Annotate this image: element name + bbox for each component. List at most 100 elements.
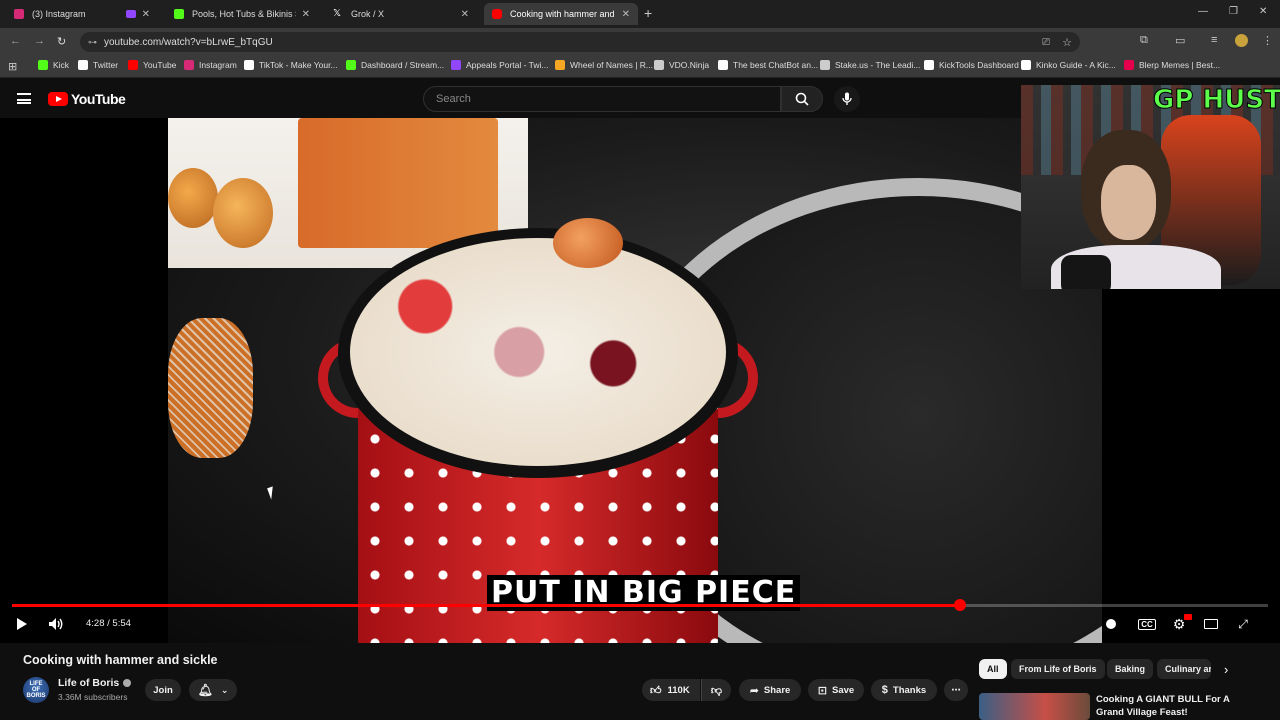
miniplayer-button[interactable]	[1202, 616, 1220, 632]
chip-culinary[interactable]: Culinary ar	[1157, 659, 1211, 679]
bookmark-item[interactable]: Instagram	[184, 60, 237, 70]
bookmark-item[interactable]: YouTube	[128, 60, 176, 70]
volume-button[interactable]	[47, 616, 65, 632]
install-app-icon[interactable]: ⎚	[1042, 37, 1050, 48]
bookmark-item[interactable]: Twitter	[78, 60, 118, 70]
apps-grid-icon[interactable]: ⊞	[8, 60, 17, 73]
bookmark-star-icon[interactable]: ☆	[1062, 36, 1072, 49]
streamer-face	[1101, 165, 1156, 240]
share-icon: ➦	[749, 684, 759, 697]
bookmark-item[interactable]: TikTok - Make Your...	[244, 60, 338, 70]
bookmark-item[interactable]: Kinko Guide - A Kic...	[1021, 60, 1116, 70]
close-tab-icon[interactable]: ✕	[622, 9, 630, 20]
like-button[interactable]: 👍︎ 110K	[642, 679, 700, 701]
search-input[interactable]: Search	[423, 86, 781, 112]
profile-avatar[interactable]	[1235, 34, 1248, 47]
join-label: Join	[153, 684, 173, 696]
bookmark-favicon-icon	[1021, 60, 1031, 70]
extensions-icon[interactable]: ⧉	[1140, 34, 1148, 47]
streamer-microphone	[1061, 255, 1111, 289]
menu-hamburger-icon[interactable]	[17, 93, 31, 104]
save-button[interactable]: ⊡ Save	[808, 679, 864, 701]
bookmark-favicon-icon	[128, 60, 138, 70]
bookmark-label: KickTools Dashboard	[939, 60, 1019, 70]
join-button[interactable]: Join	[145, 679, 181, 701]
close-tab-icon[interactable]: ✕	[302, 9, 310, 20]
forward-arrow-icon[interactable]: →	[34, 35, 45, 47]
miniplayer-icon	[1204, 619, 1218, 629]
back-arrow-icon[interactable]: ←	[10, 35, 21, 47]
thumbs-up-icon: 👍︎	[650, 684, 662, 697]
recommendation-thumbnail[interactable]	[979, 693, 1090, 720]
url-text: youtube.com/watch?v=bLrwE_bTqGU	[104, 36, 273, 48]
settings-button[interactable]: ⚙	[1170, 614, 1192, 632]
restore-button[interactable]: ❐	[1229, 6, 1238, 17]
voice-search-button[interactable]	[834, 86, 860, 112]
chip-from-channel[interactable]: From Life of Boris	[1011, 659, 1105, 679]
bookmark-label: Blerp Memes | Best...	[1139, 60, 1221, 70]
captions-button[interactable]: CC	[1138, 616, 1156, 632]
bookmark-favicon-icon	[924, 60, 934, 70]
tab-instagram[interactable]: (3) Instagram ✕	[6, 3, 158, 25]
fullscreen-button[interactable]: ⤢	[1234, 616, 1252, 632]
bookmark-label: The best ChatBot an...	[733, 60, 819, 70]
bookmark-item[interactable]: Dashboard / Stream...	[346, 60, 444, 70]
bookmark-item[interactable]: Blerp Memes | Best...	[1124, 60, 1220, 70]
search-button[interactable]	[781, 86, 823, 112]
bell-icon: 🔔︎	[197, 683, 213, 697]
recommendation-title[interactable]: Cooking A GIANT BULL For A Grand Village…	[1096, 693, 1236, 719]
bookmarks-bar: ⊞ Kick Twitter YouTube Instagram TikTok - Ma…	[0, 56, 1280, 78]
bookmark-item[interactable]: VDO.Ninja	[654, 60, 709, 70]
save-label: Save	[832, 684, 855, 696]
dislike-button[interactable]: 👎︎	[701, 679, 731, 701]
wooden-spoon	[553, 218, 623, 268]
url-field[interactable]: ⊶ youtube.com/watch?v=bLrwE_bTqGU ⎚ ☆	[80, 32, 1080, 52]
minimize-button[interactable]: —	[1198, 6, 1208, 17]
chips-next-arrow-icon[interactable]: ›	[1224, 662, 1228, 677]
bookmark-item[interactable]: Wheel of Names | R...	[555, 60, 653, 70]
like-count: 110K	[667, 684, 690, 696]
share-button[interactable]: ➦ Share	[739, 679, 801, 701]
channel-name[interactable]: Life of Boris	[58, 677, 132, 689]
bookmark-item[interactable]: Stake.us - The Leadi...	[820, 60, 920, 70]
instagram-icon	[14, 9, 24, 19]
channel-avatar-text: LIFE OF BORIS	[26, 681, 46, 699]
bookmark-label: Twitter	[93, 60, 119, 70]
bookmark-label: Stake.us - The Leadi...	[835, 60, 921, 70]
bookmark-item[interactable]: KickTools Dashboard	[924, 60, 1019, 70]
tab-grok[interactable]: 𝕏 Grok / X ✕	[325, 3, 477, 25]
video-progress-bar[interactable]	[12, 604, 1268, 607]
site-info-icon[interactable]: ⊶	[88, 37, 97, 48]
autoplay-icon	[1106, 619, 1116, 629]
media-controls-icon[interactable]: ≡	[1211, 34, 1217, 46]
video-frame[interactable]	[168, 118, 1102, 643]
tab-kick-stream[interactable]: Pools, Hot Tubs & Bikinis Strea ✕	[166, 3, 318, 25]
bookmark-favicon-icon	[718, 60, 728, 70]
close-tab-icon[interactable]: ✕	[142, 9, 150, 20]
thanks-button[interactable]: $ Thanks	[871, 679, 937, 701]
tab-media-icon	[125, 10, 136, 18]
bookmark-item[interactable]: Appeals Portal - Twi...	[451, 60, 549, 70]
bookmark-item[interactable]: Kick	[38, 60, 69, 70]
bookmark-item[interactable]: The best ChatBot an...	[718, 60, 818, 70]
close-tab-icon[interactable]: ✕	[461, 9, 469, 20]
volume-icon	[49, 618, 63, 630]
chip-baking[interactable]: Baking	[1107, 659, 1154, 679]
subscribed-notifications-button[interactable]: 🔔︎ ⌄	[189, 679, 237, 701]
more-actions-button[interactable]: ⋯	[944, 679, 968, 701]
chevron-down-icon: ⌄	[220, 684, 229, 695]
youtube-logo[interactable]: YouTube	[48, 91, 126, 107]
cast-icon[interactable]: ▭	[1175, 34, 1185, 47]
more-horizontal-icon: ⋯	[951, 684, 961, 696]
channel-avatar[interactable]: LIFE OF BORIS	[23, 677, 49, 703]
new-tab-button[interactable]: +	[644, 5, 652, 21]
browser-menu-icon[interactable]: ⋮	[1262, 34, 1273, 47]
tab-youtube-active[interactable]: Cooking with hammer and sickl ✕	[484, 3, 638, 25]
autoplay-toggle[interactable]	[1102, 616, 1120, 632]
bookmark-label: VDO.Ninja	[669, 60, 710, 70]
chip-all[interactable]: All	[979, 659, 1007, 679]
play-button[interactable]	[13, 616, 31, 632]
close-window-button[interactable]: ✕	[1259, 6, 1267, 17]
reload-icon[interactable]: ↻	[57, 35, 66, 48]
bookmark-favicon-icon	[244, 60, 254, 70]
